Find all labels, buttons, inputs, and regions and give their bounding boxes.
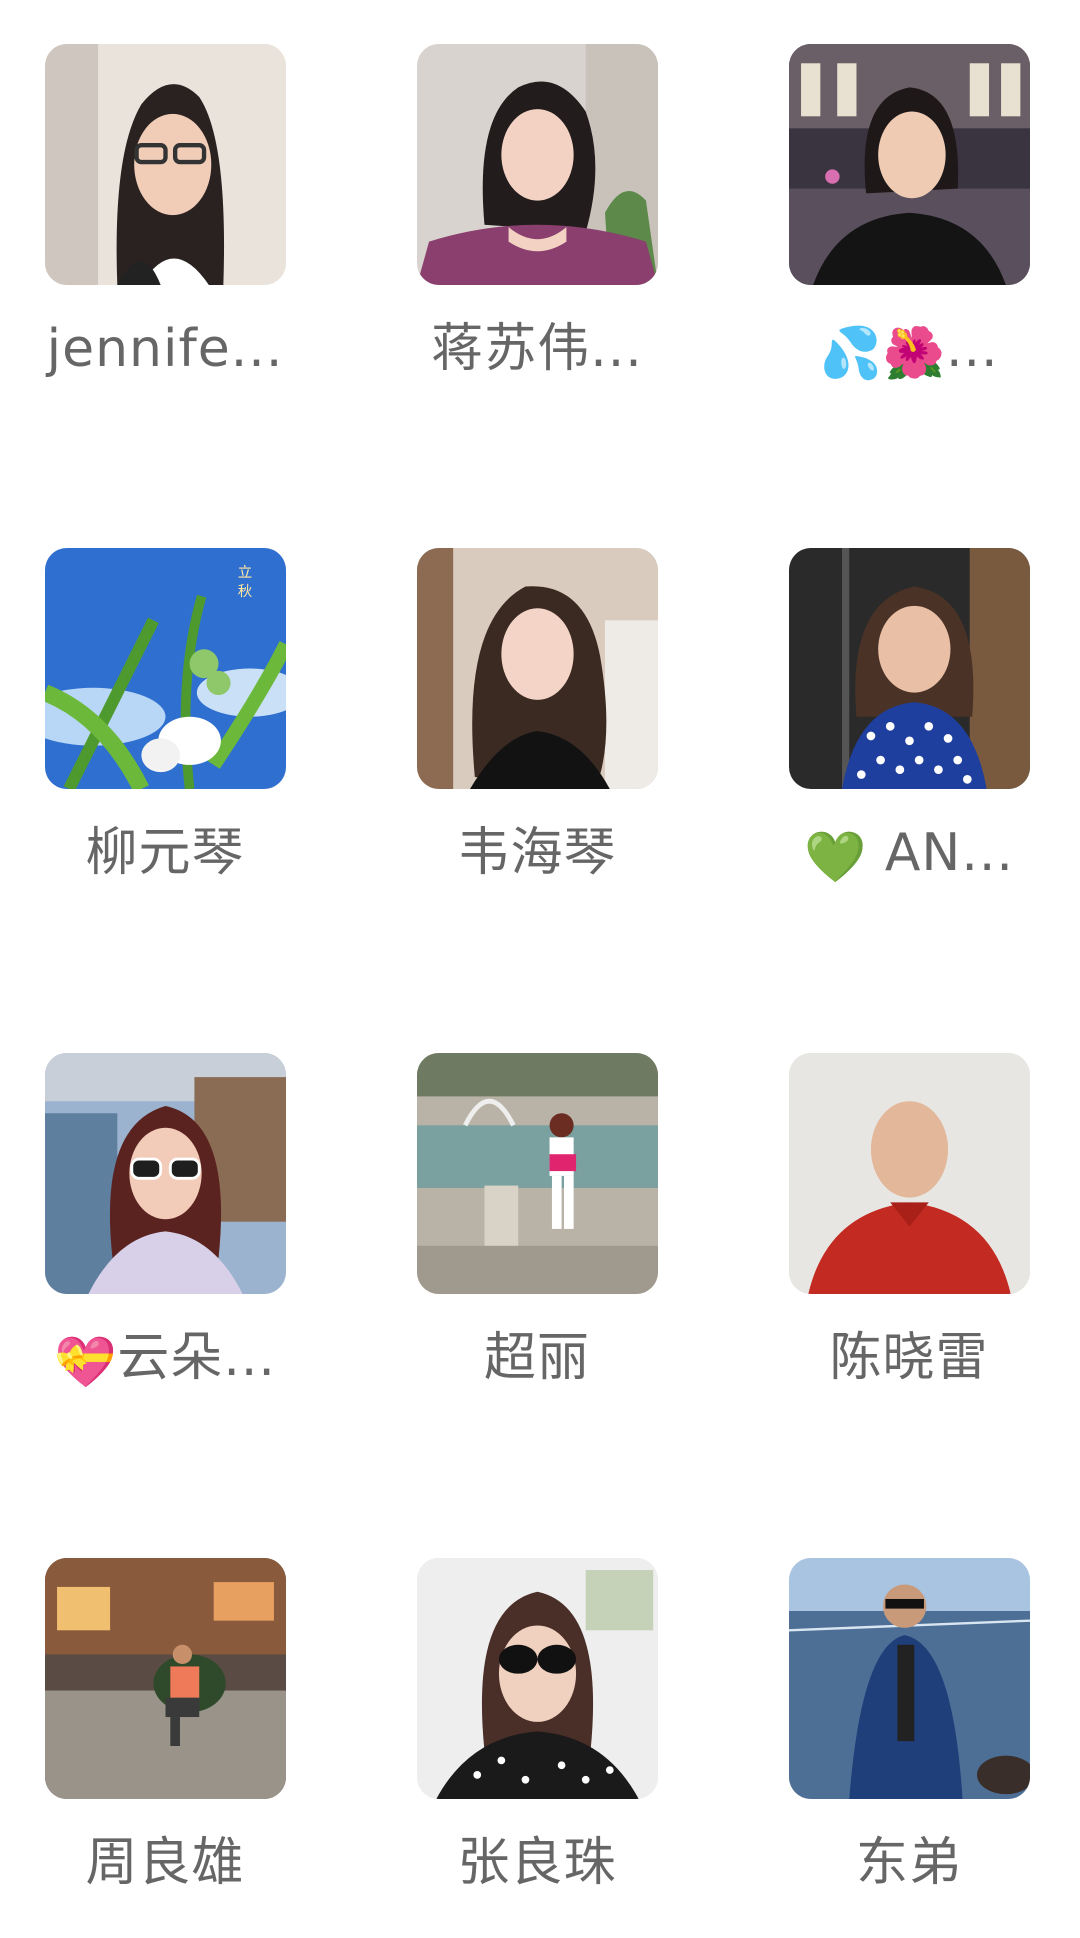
- bald-man-red-shirt-avatar: [789, 1053, 1030, 1294]
- member-name: 周良雄: [85, 1833, 245, 1893]
- avatar[interactable]: [417, 1053, 658, 1294]
- member-name-emoji: 💚: [804, 828, 868, 886]
- woman-in-purple-avatar: [417, 44, 658, 285]
- member-item[interactable]: 💝云朵...: [0, 1053, 300, 1433]
- svg-text:立: 立: [238, 564, 252, 581]
- man-sitting-street-night-avatar: [45, 1558, 286, 1799]
- avatar[interactable]: [45, 44, 286, 285]
- woman-long-hair-avatar: [417, 548, 658, 789]
- woman-at-fountain-avatar: [417, 1053, 658, 1294]
- woman-polka-dot-avatar: [789, 548, 1030, 789]
- member-name-emoji: 💝: [54, 1333, 118, 1391]
- woman-big-sunglasses-avatar: [417, 1558, 658, 1799]
- svg-text:秋: 秋: [238, 583, 253, 600]
- member-item[interactable]: 立 秋 柳元琴: [0, 548, 300, 928]
- avatar[interactable]: 立 秋: [45, 548, 286, 789]
- man-by-sea-avatar: [789, 1558, 1030, 1799]
- avatar[interactable]: [45, 1558, 286, 1799]
- member-name: 柳元琴: [85, 823, 245, 883]
- avatar[interactable]: [789, 44, 1030, 285]
- member-name: 💦🌺...: [819, 319, 999, 382]
- member-item[interactable]: 蒋苏伟...: [372, 44, 672, 424]
- member-name: 💝云朵...: [54, 1328, 276, 1391]
- member-item[interactable]: 周良雄: [0, 1558, 300, 1938]
- member-item[interactable]: 💦🌺...: [744, 44, 1044, 424]
- member-item[interactable]: 陈晓雷: [744, 1053, 1044, 1433]
- avatar[interactable]: [417, 44, 658, 285]
- avatar[interactable]: [417, 1558, 658, 1799]
- member-item[interactable]: 张良珠: [372, 1558, 672, 1938]
- member-item[interactable]: 东弟: [744, 1558, 1044, 1938]
- member-name: 蒋苏伟...: [431, 319, 643, 379]
- member-name: jennife...: [46, 319, 284, 379]
- avatar[interactable]: [789, 548, 1030, 789]
- member-item[interactable]: 韦海琴: [372, 548, 672, 928]
- member-name: 韦海琴: [457, 823, 617, 883]
- member-name: 陈晓雷: [829, 1328, 989, 1388]
- avatar[interactable]: [45, 1053, 286, 1294]
- member-item[interactable]: jennife...: [0, 44, 300, 424]
- member-name: 东弟: [855, 1833, 962, 1893]
- avatar[interactable]: [417, 548, 658, 789]
- woman-at-night-fountain-avatar: [789, 44, 1030, 285]
- member-item[interactable]: 超丽: [372, 1053, 672, 1433]
- member-item[interactable]: 💚 AN...: [744, 548, 1044, 928]
- member-name: 张良珠: [457, 1833, 617, 1893]
- avatar[interactable]: [789, 1558, 1030, 1799]
- woman-with-glasses-avatar: [45, 44, 286, 285]
- avatar[interactable]: [789, 1053, 1030, 1294]
- woman-sunglasses-canal-avatar: [45, 1053, 286, 1294]
- member-name: 超丽: [483, 1328, 590, 1388]
- member-grid: jennife... 蒋苏伟... 💦🌺... 立 秋 柳元琴 韦海琴 💚 AN…: [0, 0, 1080, 1920]
- green-plant-blue-sky-avatar: 立 秋: [45, 548, 286, 789]
- member-name: 💚 AN...: [804, 823, 1014, 886]
- member-name-emoji: 💦🌺: [819, 324, 946, 382]
